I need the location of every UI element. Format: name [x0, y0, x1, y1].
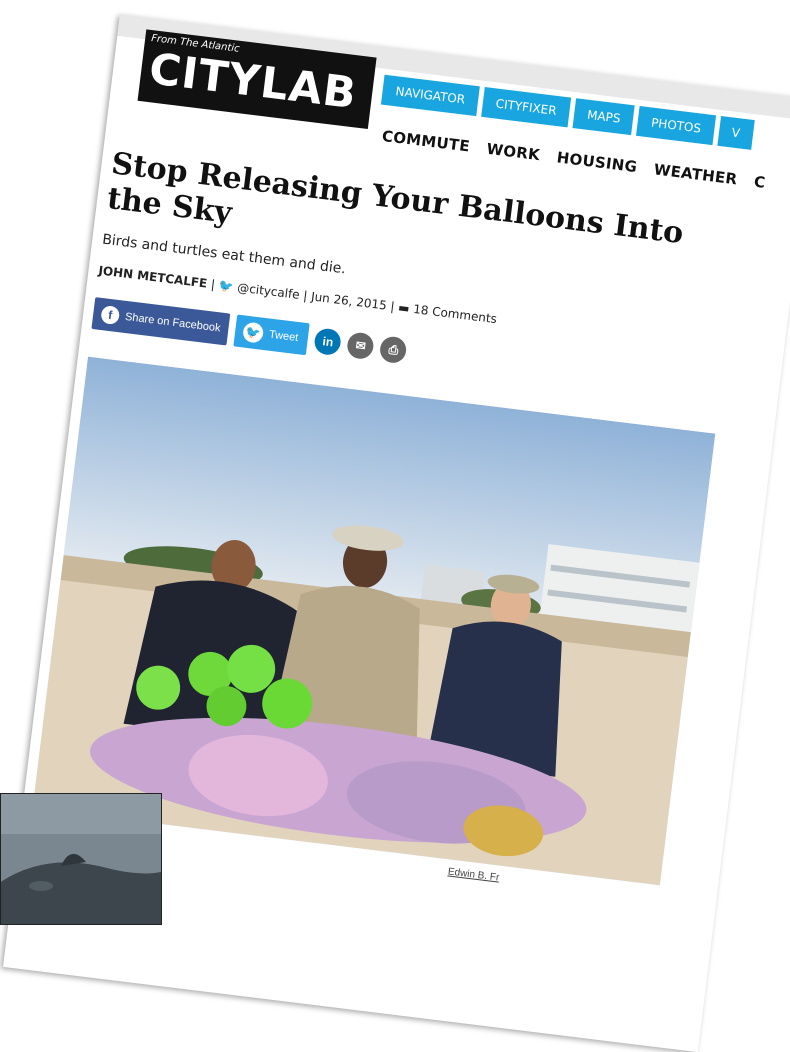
nav-weather[interactable]: WEATHER [653, 160, 738, 188]
tab-truncated[interactable]: V [716, 115, 755, 150]
share-facebook-button[interactable]: f Share on Facebook [91, 297, 231, 346]
print-icon[interactable]: ⎙ [378, 335, 408, 365]
twitter-handle[interactable]: @citycalfe [237, 280, 301, 302]
tab-cityfixer[interactable]: CITYFIXER [481, 86, 572, 128]
dolphin-inset-image [0, 793, 162, 925]
tweet-button[interactable]: 🐦 Tweet [233, 314, 311, 356]
photo-caption: Edwin B. Fr [447, 866, 500, 884]
email-icon[interactable]: ✉ [346, 331, 376, 361]
comment-icon: ▬ [397, 300, 411, 316]
dolphin-illustration [1, 794, 161, 924]
tab-maps[interactable]: MAPS [572, 98, 636, 136]
logo-wordmark: CITYLAB [146, 44, 360, 120]
twitter-icon: 🐦 [217, 278, 235, 294]
publish-date: Jun 26, 2015 [310, 289, 388, 313]
tab-photos[interactable]: PHOTOS [636, 106, 716, 146]
linkedin-icon[interactable]: in [313, 327, 343, 357]
nav-truncated[interactable]: C [753, 173, 766, 192]
comments-link[interactable]: 18 Comments [412, 302, 497, 326]
tab-navigator[interactable]: NAVIGATOR [380, 74, 480, 117]
share-facebook-label: Share on Facebook [124, 310, 222, 335]
facebook-icon: f [100, 305, 121, 326]
twitter-bird-icon: 🐦 [242, 321, 265, 344]
nav-housing[interactable]: HOUSING [556, 148, 638, 176]
tweet-label: Tweet [268, 328, 299, 345]
nav-commute[interactable]: COMMUTE [381, 127, 471, 156]
nav-work[interactable]: WORK [486, 140, 541, 164]
author-name[interactable]: JOHN METCALFE [98, 263, 208, 290]
